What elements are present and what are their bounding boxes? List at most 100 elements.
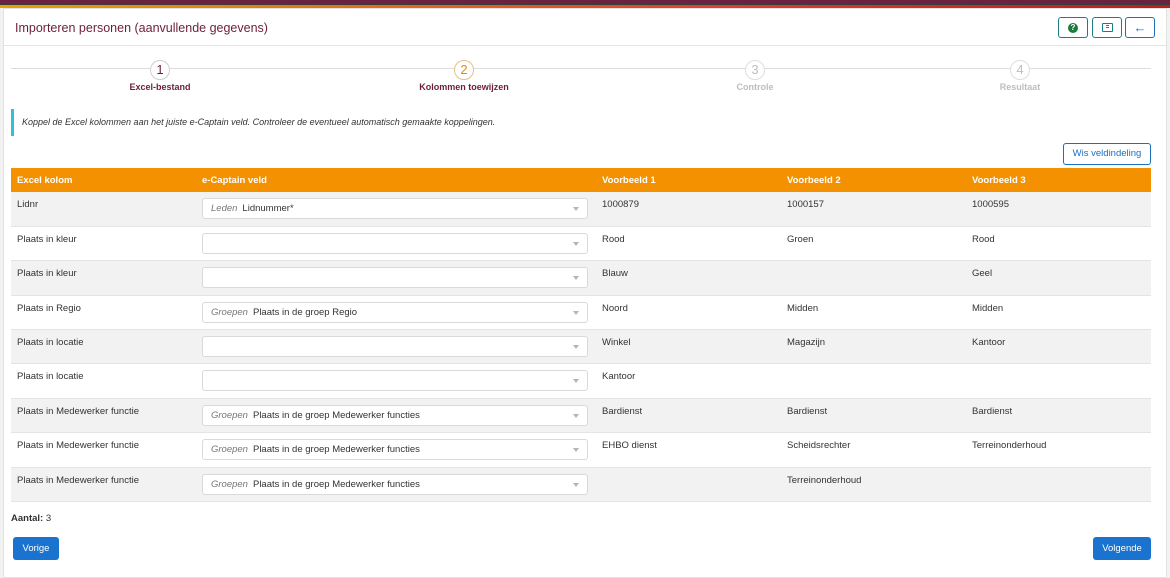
arrow-left-icon: ← <box>1133 20 1147 35</box>
example-3-cell: 1000595 <box>966 192 1151 227</box>
excel-column-cell: Plaats in locatie <box>11 329 196 365</box>
example-1-cell: Rood <box>596 226 781 262</box>
example-3-cell: Terreinonderhoud <box>966 432 1151 468</box>
caret-down-icon <box>573 379 579 384</box>
page-title: Importeren personen (aanvullende gegeven… <box>15 21 268 35</box>
row-count-label: Aantal: <box>11 513 44 524</box>
example-3-cell: Rood <box>966 226 1151 262</box>
caret-down-icon <box>573 310 579 315</box>
caret-down-icon <box>573 241 579 246</box>
step-kolommen-toewijzen: 2 Kolommen toewijzen <box>394 60 534 92</box>
field-group: Groepen <box>211 306 248 318</box>
caret-down-icon <box>573 448 579 453</box>
header-voorbeeld-1: Voorbeeld 1 <box>596 168 781 192</box>
excel-column-cell: Plaats in Medewerker functie <box>11 398 196 434</box>
card-header: Importeren personen (aanvullende gegeven… <box>4 9 1166 46</box>
example-2-cell: Midden <box>781 295 966 331</box>
field-select[interactable] <box>202 267 588 289</box>
step-label: Kolommen toewijzen <box>419 82 509 92</box>
header-voorbeeld-3: Voorbeeld 3 <box>966 168 1151 192</box>
example-2-cell: Terreinonderhoud <box>781 467 966 503</box>
example-3-cell <box>966 467 1151 503</box>
field-value: Plaats in de groep Medewerker functies <box>252 409 420 421</box>
table-row: Plaats in Medewerker functie Groepen Plaa… <box>11 432 1151 468</box>
field-select[interactable] <box>202 232 588 254</box>
next-button[interactable]: Volgende <box>1093 537 1151 560</box>
back-button[interactable]: ← <box>1125 17 1155 38</box>
table-row: Plaats in kleur Blauw Geel <box>11 260 1151 296</box>
example-3-cell: Geel <box>966 260 1151 296</box>
example-1-cell: Noord <box>596 295 781 331</box>
example-1-cell: EHBO dienst <box>596 432 781 468</box>
example-2-cell: Scheidsrechter <box>781 432 966 468</box>
example-1-cell: Blauw <box>596 260 781 296</box>
example-1-cell: 1000879 <box>596 192 781 227</box>
example-3-cell: Midden <box>966 295 1151 331</box>
table-row: Plaats in Medewerker functie Groepen Plaa… <box>11 467 1151 503</box>
step-controle: 3 Controle <box>685 60 825 92</box>
example-2-cell: Groen <box>781 226 966 262</box>
field-value: Plaats in de groep Regio <box>252 306 358 318</box>
field-group: Leden <box>211 203 238 214</box>
example-1-cell: Kantoor <box>596 363 781 399</box>
table-row: Plaats in locatie Winkel Magazijn Kantoo… <box>11 329 1151 365</box>
field-group: Groepen <box>211 409 248 421</box>
field-value: Plaats in de groep Medewerker functies <box>252 444 420 456</box>
clear-mapping-button[interactable]: Wis veldindeling <box>1063 143 1151 165</box>
table-row: Plaats in Medewerker functie Groepen Plaa… <box>11 398 1151 434</box>
field-select[interactable]: Groepen Plaats in de groep Regio <box>202 301 588 323</box>
step-excel-bestand: 1 Excel-bestand <box>90 60 230 92</box>
table-row: Plaats in Regio Groepen Plaats in de groe… <box>11 295 1151 331</box>
step-label: Excel-bestand <box>129 82 191 92</box>
example-2-cell: Magazijn <box>781 329 966 365</box>
example-1-cell: Bardienst <box>596 398 781 434</box>
field-select[interactable] <box>202 336 588 358</box>
example-3-cell <box>966 363 1151 399</box>
table-row: Plaats in locatie Kantoor <box>11 363 1151 399</box>
example-2-cell: 1000157 <box>781 192 966 227</box>
caret-down-icon <box>573 207 579 211</box>
help-button[interactable]: ? <box>1058 17 1088 38</box>
feedback-button[interactable] <box>1092 17 1122 38</box>
example-3-cell: Bardienst <box>966 398 1151 434</box>
step-label: Resultaat <box>999 82 1041 92</box>
field-group: Groepen <box>211 478 248 490</box>
example-2-cell: Bardienst <box>781 398 966 434</box>
step-number: 4 <box>1010 60 1030 80</box>
excel-column-cell: Plaats in kleur <box>11 260 196 296</box>
header-voorbeeld-2: Voorbeeld 2 <box>781 168 966 192</box>
field-select[interactable]: Groepen Plaats in de groep Medewerker fun… <box>202 404 588 426</box>
step-number: 1 <box>150 60 170 80</box>
column-mapping-table: Excel kolom e-Captain veld Voorbeeld 1 V… <box>11 168 1151 503</box>
field-value: Plaats in de groep Medewerker functies <box>252 478 420 490</box>
example-1-cell <box>596 467 781 503</box>
caret-down-icon <box>573 276 579 281</box>
excel-column-cell: Plaats in Medewerker functie <box>11 432 196 468</box>
field-group: Groepen <box>211 444 248 456</box>
excel-column-cell: Plaats in Medewerker functie <box>11 467 196 503</box>
example-2-cell <box>781 363 966 399</box>
field-select[interactable] <box>202 370 588 392</box>
row-count: Aantal: 3 <box>11 513 51 524</box>
table-row: Plaats in kleur Rood Groen Rood <box>11 226 1151 262</box>
field-select[interactable]: Leden Lidnummer* <box>202 198 588 219</box>
field-select[interactable]: Groepen Plaats in de groep Medewerker fun… <box>202 439 588 461</box>
example-1-cell: Winkel <box>596 329 781 365</box>
field-select[interactable]: Groepen Plaats in de groep Medewerker fun… <box>202 473 588 495</box>
previous-button[interactable]: Vorige <box>13 537 59 560</box>
header-ecaptain-veld: e-Captain veld <box>196 168 596 192</box>
comment-icon <box>1101 23 1113 32</box>
header-excel-kolom: Excel kolom <box>11 168 196 192</box>
table-row: Lidnr Leden Lidnummer* 1000879 1000157 10… <box>11 192 1151 227</box>
example-2-cell <box>781 260 966 296</box>
caret-down-icon <box>573 345 579 350</box>
caret-down-icon <box>573 482 579 487</box>
info-message: Koppel de Excel kolommen aan het juiste … <box>11 109 511 136</box>
step-number: 3 <box>745 60 765 80</box>
excel-column-cell: Plaats in kleur <box>11 226 196 262</box>
help-icon: ? <box>1068 22 1078 33</box>
excel-column-cell: Plaats in locatie <box>11 363 196 399</box>
example-3-cell: Kantoor <box>966 329 1151 365</box>
field-value: Lidnummer* <box>242 203 294 214</box>
step-number: 2 <box>454 60 474 80</box>
